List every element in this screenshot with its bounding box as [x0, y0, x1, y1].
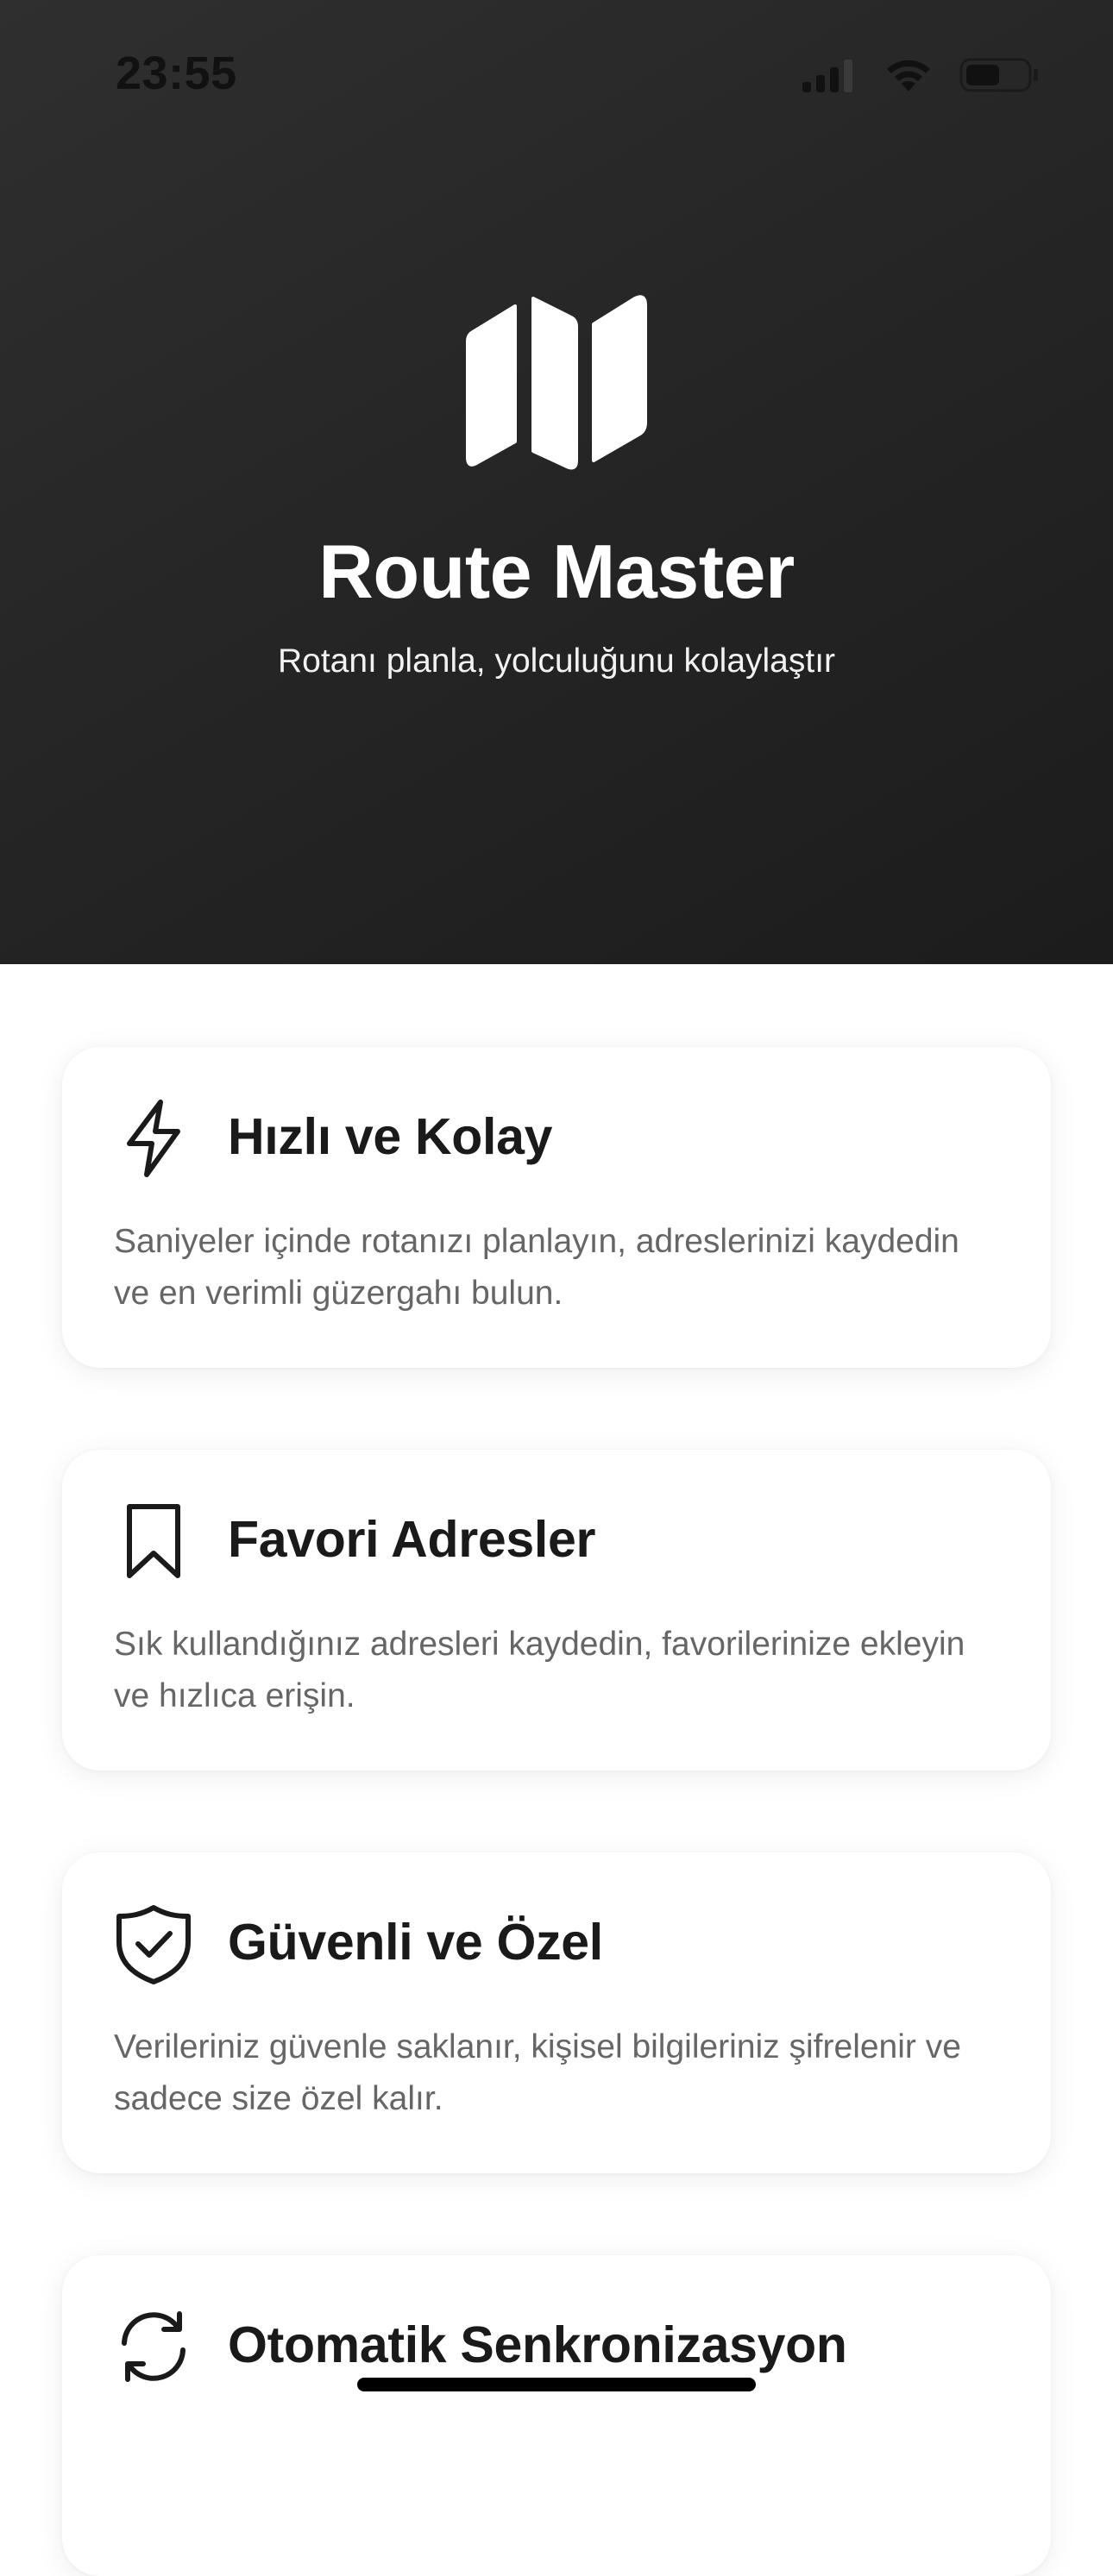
wifi-icon	[883, 57, 934, 93]
cellular-signal-icon	[802, 58, 858, 92]
bookmark-icon	[112, 1500, 195, 1583]
lightning-icon	[112, 1097, 195, 1180]
feature-description: Sık kullandığınız adresleri kaydedin, fa…	[114, 1626, 965, 1714]
home-indicator[interactable]	[357, 2378, 756, 2391]
feature-card-fast: Hızlı ve Kolay Saniyeler içinde rotanızı…	[62, 1047, 1051, 1368]
feature-title: Otomatik Senkronizasyon	[228, 2316, 847, 2373]
status-icons	[802, 52, 1039, 98]
feature-card-sync: Otomatik Senkronizasyon	[62, 2255, 1051, 2576]
feature-card-favorites: Favori Adresler Sık kullandığınız adresl…	[62, 1450, 1051, 1771]
app-subtitle: Rotanı planla, yolculuğunu kolaylaştır	[277, 642, 836, 680]
feature-title: Hızlı ve Kolay	[228, 1108, 553, 1165]
feature-description: Saniyeler içinde rotanızı planlayın, adr…	[114, 1223, 959, 1312]
sync-icon	[112, 2305, 195, 2388]
app-title: Route Master	[318, 529, 795, 614]
shield-check-icon	[112, 1902, 195, 1985]
map-icon	[466, 293, 647, 474]
feature-title: Güvenli ve Özel	[228, 1914, 603, 1971]
battery-icon	[959, 56, 1039, 94]
hero-header: 23:55 Route Master Rotanı planla, yolcul…	[0, 0, 1113, 964]
feature-description: Verileriniz güvenle saklanır, kişisel bi…	[114, 2028, 961, 2117]
status-time: 23:55	[116, 47, 237, 99]
feature-title: Favori Adresler	[228, 1511, 596, 1568]
feature-card-secure: Güvenli ve Özel Verileriniz güvenle sakl…	[62, 1852, 1051, 2173]
